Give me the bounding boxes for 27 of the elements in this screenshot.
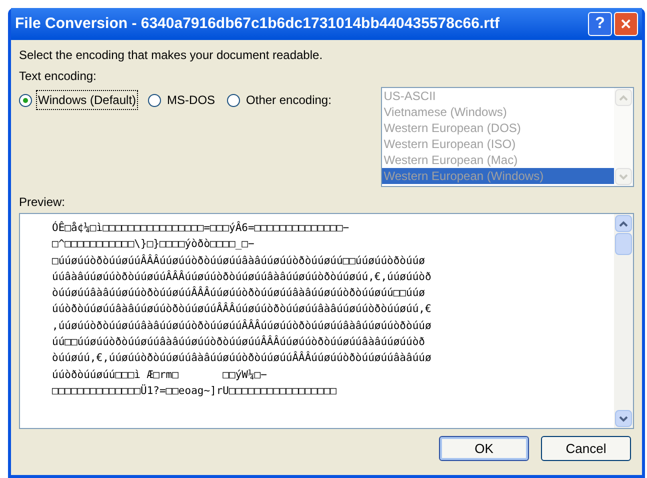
scroll-thumb[interactable]: [615, 233, 632, 255]
radio-button[interactable]: [19, 94, 32, 106]
help-button[interactable]: ?: [588, 12, 612, 36]
window-title: File Conversion - 6340a7916db67c1b6dc1731014bb440435578c66.rtf: [15, 14, 500, 34]
instruction-text: Select the encoding that makes your document readable.: [19, 47, 324, 64]
ok-button[interactable]: OK: [439, 436, 529, 461]
preview-text-line: □úúøúúòðòúúøúúÂÂÂúúøúúòðòúúøúúâàâúúøúúòðòúúøúú□□úúøúúòðòúúø: [52, 253, 426, 269]
preview-text-line: úú□□úúøúúòðòúúøúúâàâúúøúúòðòúúøúúÂÂÂúúøúúòðòúúøúúâàâúúøúúòð: [52, 334, 426, 350]
preview-text-line: úúòðòúúøúúâàâúúøúúòðòúúøúúÂÂÂúúøúúòðòúúøúúâàâúúøúúòðòúúøúú,€: [52, 301, 432, 318]
preview-text-line: ÓÊ□å¢¼□ì□□□□□□□□□□□□□□□□=□□□ýÂ6=□□□□□□□□□□□□□□−: [52, 220, 350, 236]
preview-text-line: ,úúøúúòðòúúøúúâàâúúøúúòðòúúøúúÂÂÂúúøúúòðòúúøúúâàâúúøúúòðòúúø: [52, 318, 432, 334]
preview-label: Preview:: [19, 194, 66, 211]
cancel-button[interactable]: Cancel: [541, 436, 631, 461]
radio-button[interactable]: [227, 94, 240, 106]
encoding-label: Text encoding:: [19, 68, 98, 85]
radio-label[interactable]: Windows (Default): [36, 90, 138, 110]
preview-text-line: òúúøúúâàâúúøúúòðòúúøúúÂÂÂúúøúúòðòúúøúúâàâúúøúúòðòúúøúú□□úúø: [52, 285, 426, 302]
preview-text-line: □^□□□□□□□□□□□\}□}□□□□ýòðò□□□□_□−: [52, 237, 256, 252]
preview-text-line: òúúøúú,€,úúøúúòðòúúøúúâàâúúøúúòðòúúøúúÂÂÂúúøúúòðòúúøúúâàâúúø: [52, 350, 432, 366]
radio-button[interactable]: [148, 94, 162, 106]
preview-text-line: úúâàâúúøúúòðòúúøúúÂÂÂúúøúúòðòúúøúúâàâúúøúúòðòúúøúú,€,úúøúúòð: [52, 269, 432, 285]
radio-label[interactable]: MS-DOS: [165, 90, 218, 110]
preview-text-line: □□□□□□□□□□□□□□Ü1?=□□eoag~]rU□□□□□□□□□□□□□□□□□: [52, 383, 338, 399]
scrollbar[interactable]: [614, 214, 633, 428]
radio-label[interactable]: Other encoding:: [244, 90, 334, 110]
close-button[interactable]: ✕: [614, 12, 638, 36]
preview-text-line: úúòðòúúøúú□□□ì Æ□rm□ □□ýW¼□−: [52, 368, 268, 383]
